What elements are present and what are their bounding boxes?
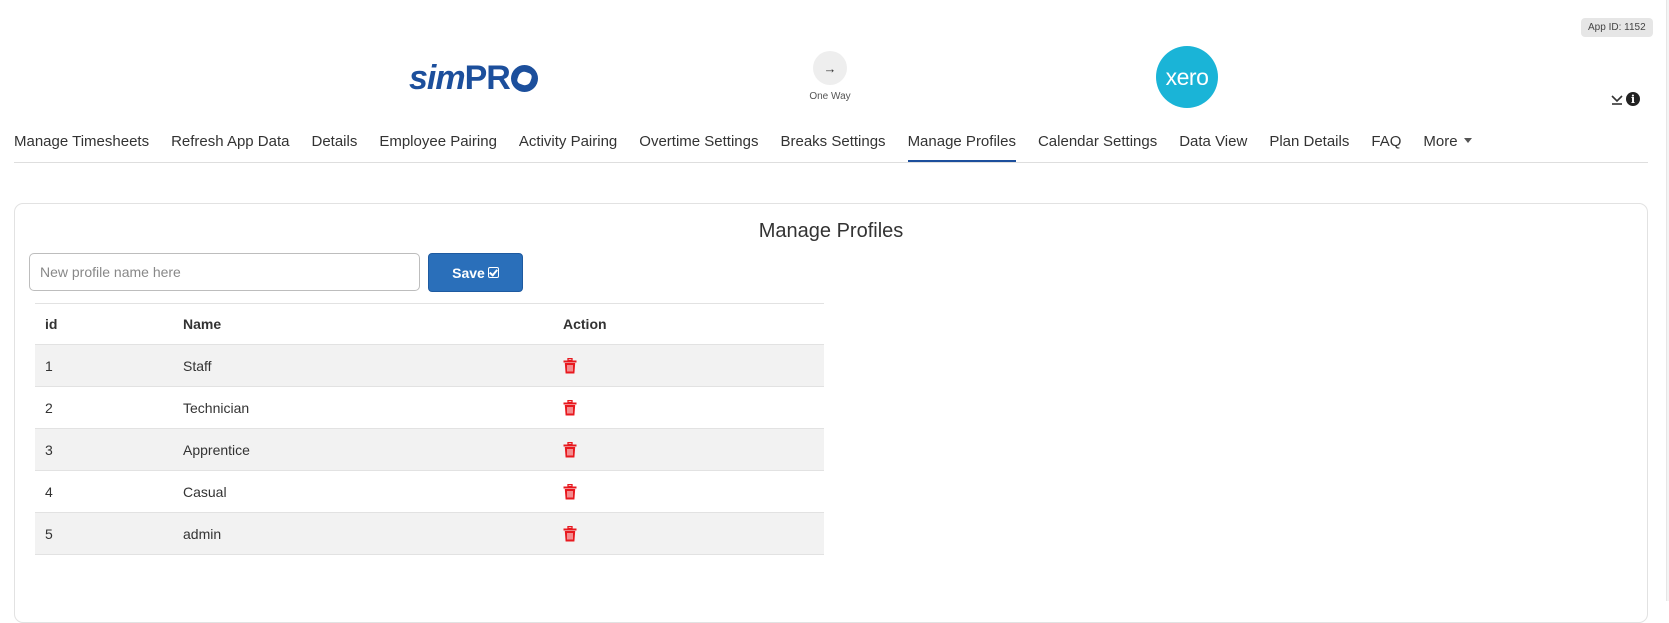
cell-id: 2 [45,399,53,416]
cell-action [553,357,824,374]
sync-direction: → One Way [800,51,860,102]
cell-name: Staff [183,357,212,374]
tab-label: Manage Profiles [907,133,1016,150]
tab-label: Employee Pairing [379,133,497,150]
tab-label: Manage Timesheets [14,133,150,150]
cell-id: 1 [45,357,53,374]
tab-label: Calendar Settings [1037,133,1158,150]
save-button-label: Save [452,264,485,281]
profiles-table: id Name Action 1 Staff 2 Technician 3 Apprent… [35,303,824,555]
cell-id: 5 [45,525,53,542]
trash-icon[interactable] [563,357,577,374]
cell-action [553,399,824,416]
tab-manage-timesheets[interactable]: Manage Timesheets [14,133,149,162]
column-header-id: id [45,316,58,332]
cell-name: Apprentice [183,441,250,458]
tab-label: Data View [1179,133,1248,150]
info-icon[interactable]: i [1626,92,1640,106]
table-header-row: id Name Action [35,304,824,345]
table-row: 1 Staff [35,345,824,387]
trash-icon[interactable] [563,399,577,416]
tab-label: Refresh App Data [171,133,290,150]
simpro-logo-pr: PR [464,58,511,97]
tab-label: Breaks Settings [780,133,886,150]
tab-calendar-settings[interactable]: Calendar Settings [1038,133,1157,162]
cell-name: Casual [183,483,227,500]
tab-refresh-app-data[interactable]: Refresh App Data [171,133,289,162]
trash-icon[interactable] [563,483,577,500]
tab-employee-pairing[interactable]: Employee Pairing [379,133,497,162]
table-row: 4 Casual [35,471,824,513]
arrow-right-icon: → [813,51,847,85]
tab-activity-pairing[interactable]: Activity Pairing [519,133,617,162]
tab-manage-profiles[interactable]: Manage Profiles [907,133,1016,162]
cell-name: Technician [183,399,250,416]
header-icons: i [1610,92,1640,106]
tab-label: Plan Details [1269,133,1350,150]
tab-details[interactable]: Details [311,133,357,162]
table-row: 3 Apprentice [35,429,824,471]
sync-direction-label: One Way [809,91,851,102]
tab-label: Activity Pairing [518,133,618,150]
main-nav: Manage Timesheets Refresh App Data Details… [14,133,1648,163]
simpro-logo: sim PR [409,58,538,98]
tab-label: Details [311,133,358,150]
table-row: 2 Technician [35,387,824,429]
column-header-action: Action [563,316,607,332]
app-id-badge: App ID: 1152 [1581,18,1653,37]
checkbox-check-icon [487,267,499,278]
manage-profiles-card: Manage Profiles Save id Name Action 1 Sta… [14,203,1648,623]
caret-down-icon [1463,138,1472,143]
cell-action [553,441,824,458]
xero-logo: xero [1156,46,1218,108]
tab-label: Overtime Settings [639,133,759,150]
tab-more[interactable]: More [1423,133,1472,162]
new-profile-name-input[interactable] [29,253,420,291]
cell-id: 3 [45,441,53,458]
cell-action [553,483,824,500]
column-header-name: Name [183,316,222,332]
page-title: Manage Profiles [758,220,904,242]
tab-label: FAQ [1371,133,1402,150]
download-icon[interactable] [1610,92,1624,106]
trash-icon[interactable] [563,441,577,458]
tab-label: More [1423,133,1458,150]
tab-plan-details[interactable]: Plan Details [1269,133,1349,162]
trash-icon[interactable] [563,525,577,542]
tab-overtime-settings[interactable]: Overtime Settings [639,133,758,162]
simpro-logo-sim: sim [409,58,466,97]
cell-name: admin [183,525,222,542]
tab-data-view[interactable]: Data View [1179,133,1247,162]
simpro-gear-icon [510,64,538,92]
save-button[interactable]: Save [428,253,523,292]
table-row: 5 admin [35,513,824,555]
cell-action [553,525,824,542]
tab-breaks-settings[interactable]: Breaks Settings [781,133,886,162]
tab-faq[interactable]: FAQ [1371,133,1401,162]
cell-id: 4 [45,483,53,500]
